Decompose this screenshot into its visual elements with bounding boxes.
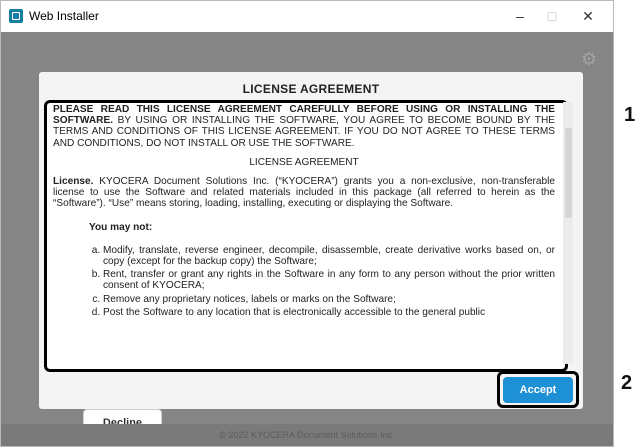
app-icon — [9, 9, 23, 23]
list-item: Modify, translate, reverse engineer, dec… — [103, 245, 555, 267]
license-bold: License. — [53, 176, 94, 188]
accept-button[interactable]: Accept — [503, 377, 573, 403]
footer-copyright: © 2022 KYOCERA Document Solutions Inc. — [1, 424, 613, 446]
minimize-button[interactable]: – — [507, 5, 533, 27]
close-button[interactable]: ✕ — [575, 5, 601, 27]
list-item: Rent, transfer or grant any rights in th… — [103, 269, 555, 291]
license-body: KYOCERA Document Solutions Inc. (“KYOCER… — [53, 176, 555, 210]
license-heading: LICENSE AGREEMENT — [249, 156, 359, 168]
intro-paragraph: PLEASE READ THIS LICENSE AGREEMENT CAREF… — [53, 104, 555, 149]
license-text-area[interactable]: PLEASE READ THIS LICENSE AGREEMENT CAREF… — [44, 100, 568, 372]
restrictions-list: Modify, translate, reverse engineer, dec… — [53, 245, 555, 318]
license-dialog: LICENSE AGREEMENT PLEASE READ THIS LICEN… — [39, 72, 583, 435]
step-number-2: 2 — [621, 372, 633, 394]
maximize-button[interactable]: □ — [539, 5, 565, 27]
intro-rest: BY USING OR INSTALLING THE SOFTWARE, YOU… — [53, 115, 555, 149]
title-bar: Web Installer – □ ✕ — [1, 1, 613, 32]
list-item: Remove any proprietary notices, labels o… — [103, 294, 555, 305]
may-not-heading: You may not: — [89, 221, 153, 233]
license-text: PLEASE READ THIS LICENSE AGREEMENT CAREF… — [53, 104, 555, 320]
scrollbar-thumb[interactable] — [565, 128, 572, 218]
dialog-title: LICENSE AGREEMENT — [242, 82, 380, 96]
step-number-1: 1 — [624, 104, 636, 126]
gear-icon[interactable]: ⚙ — [581, 50, 597, 68]
list-item: Post the Software to any location that i… — [103, 307, 555, 318]
window-title: Web Installer — [29, 9, 99, 23]
license-paragraph: License. KYOCERA Document Solutions Inc.… — [53, 176, 555, 210]
